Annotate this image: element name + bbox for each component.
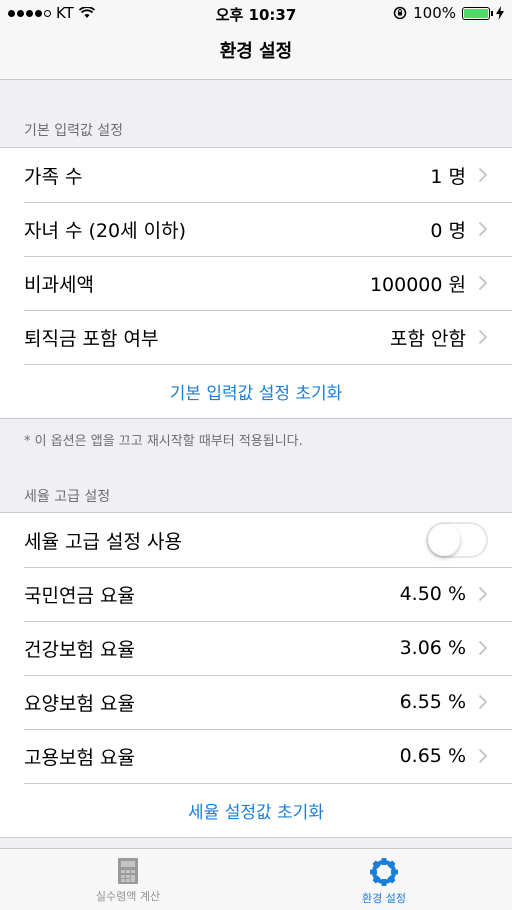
row-value: 포함 안함: [390, 327, 466, 350]
nav-bar: 환경 설정: [0, 26, 512, 80]
chevron-right-icon: [478, 221, 488, 237]
row-advanced-rate-toggle: 세율 고급 설정 사용: [0, 513, 512, 567]
row-severance-included[interactable]: 퇴직금 포함 여부 포함 안함: [0, 310, 512, 364]
row-pension-rate[interactable]: 국민연금 요율 4.50 %: [0, 567, 512, 621]
row-value: 6.55 %: [399, 691, 466, 713]
section-header-basic: 기본 입력값 설정: [24, 123, 124, 139]
row-value: 4.50 %: [399, 583, 466, 605]
reset-basic-button[interactable]: 기본 입력값 설정 초기화: [0, 364, 512, 418]
row-label: 비과세액: [24, 273, 94, 296]
tab-settings[interactable]: 환경 설정: [256, 849, 512, 910]
row-value: 0.65 %: [399, 745, 466, 767]
page-title: 환경 설정: [219, 41, 293, 62]
tab-salary-calculator[interactable]: 실수령액 계산: [0, 849, 256, 910]
row-value: 1 명: [430, 165, 466, 188]
row-label: 건강보험 요율: [24, 638, 135, 661]
row-label: 요양보험 요율: [24, 692, 135, 715]
chevron-right-icon: [478, 748, 488, 764]
row-label: 세율 고급 설정 사용: [24, 530, 182, 553]
row-label: 가족 수: [24, 165, 83, 188]
battery-icon: [462, 6, 493, 20]
chevron-right-icon: [478, 275, 488, 291]
row-value: 0 명: [430, 219, 466, 242]
reset-rates-button[interactable]: 세율 설정값 초기화: [0, 783, 512, 837]
row-label: 퇴직금 포함 여부: [24, 327, 159, 350]
restart-footnote: * 이 옵션은 앱을 끄고 재시작할 때부터 적용됩니다.: [24, 434, 303, 449]
row-care-insurance-rate[interactable]: 요양보험 요율 6.55 %: [0, 675, 512, 729]
basic-settings-group: 가족 수 1 명 자녀 수 (20세 이하) 0 명 비과세액 100000 원…: [0, 147, 512, 419]
section-header-rates: 세율 고급 설정: [24, 489, 111, 505]
row-employment-insurance-rate[interactable]: 고용보험 요율 0.65 %: [0, 729, 512, 783]
row-family-count[interactable]: 가족 수 1 명: [0, 148, 512, 202]
switch-knob: [428, 524, 460, 556]
row-children-count[interactable]: 자녀 수 (20세 이하) 0 명: [0, 202, 512, 256]
chevron-right-icon: [478, 167, 488, 183]
chevron-right-icon: [478, 586, 488, 602]
tab-bar: 실수령액 계산 환경 설정: [0, 848, 512, 910]
battery-fill: [464, 8, 488, 18]
calculator-icon: [118, 858, 138, 884]
status-right: 100%: [393, 4, 504, 22]
rate-settings-group: 세율 고급 설정 사용 국민연금 요율 4.50 % 건강보험 요율 3.06 …: [0, 512, 512, 838]
row-value: 100000 원: [369, 273, 466, 296]
reset-basic-label: 기본 입력값 설정 초기화: [169, 383, 343, 404]
row-nontaxable-amount[interactable]: 비과세액 100000 원: [0, 256, 512, 310]
tab-label: 실수령액 계산: [95, 890, 161, 903]
row-health-insurance-rate[interactable]: 건강보험 요율 3.06 %: [0, 621, 512, 675]
advanced-rate-switch[interactable]: [426, 522, 488, 558]
battery-percent: 100%: [413, 4, 456, 22]
row-label: 고용보험 요율: [24, 746, 135, 769]
charging-bolt-icon: [496, 6, 504, 20]
gear-icon: [370, 858, 398, 886]
rotation-lock-icon: [393, 6, 407, 20]
row-value: 3.06 %: [399, 637, 466, 659]
chevron-right-icon: [478, 694, 488, 710]
chevron-right-icon: [478, 640, 488, 656]
row-label: 국민연금 요율: [24, 584, 135, 607]
row-label: 자녀 수 (20세 이하): [24, 219, 187, 242]
reset-rates-label: 세율 설정값 초기화: [188, 802, 324, 823]
status-bar: KT 오후 10:37 100%: [0, 0, 512, 26]
chevron-right-icon: [478, 329, 488, 345]
tab-label: 환경 설정: [362, 892, 406, 905]
